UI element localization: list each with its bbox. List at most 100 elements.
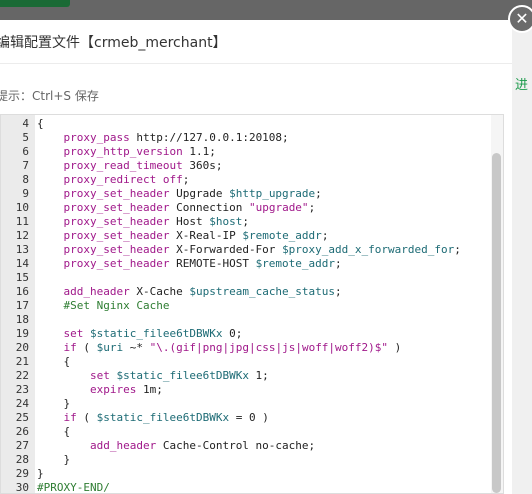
line-number: 5 [22, 131, 29, 144]
edit-config-dialog: 编辑配置文件【crmeb_merchant】 提示：Ctrl+S 保存 4{5 … [0, 20, 512, 494]
code-token: $remote_addr [242, 229, 322, 242]
code-lines: 4{5 proxy_pass http://127.0.0.1:20108; 6 … [1, 117, 491, 493]
code-token: { [37, 425, 71, 438]
save-hint: 提示：Ctrl+S 保存 [0, 89, 99, 103]
code-token: proxy_set_header [63, 187, 170, 200]
line-code: proxy_set_header Upgrade $http_upgrade; [31, 187, 322, 201]
code-line[interactable]: 9 proxy_set_header Upgrade $http_upgrade… [1, 187, 491, 201]
code-token: { [37, 117, 44, 130]
code-line[interactable]: 10 proxy_set_header Connection "upgrade"… [1, 201, 491, 215]
code-token: ~* [123, 341, 150, 354]
code-line[interactable]: 24 } [1, 397, 491, 411]
background-text-fragment: 进 [515, 78, 529, 93]
code-line[interactable]: 20 if ( $uri ~* "\.(gif|png|jpg|css|js|w… [1, 341, 491, 355]
line-code: { [31, 355, 70, 369]
code-line[interactable]: 14 proxy_set_header REMOTE-HOST $remote_… [1, 257, 491, 271]
code-line[interactable]: 18 [1, 313, 491, 327]
code-line[interactable]: 25 if ( $static_filee6tDBWKx = 0 ) [1, 411, 491, 425]
line-number: 27 [15, 439, 29, 452]
line-code: add_header Cache-Control no-cache; [31, 439, 315, 453]
code-line[interactable]: 13 proxy_set_header X-Forwarded-For $pro… [1, 243, 491, 257]
code-token: http://127.0.0.1:20108; [129, 131, 289, 144]
code-token: proxy_set_header [63, 215, 170, 228]
code-line[interactable]: 4{ [1, 117, 491, 131]
code-token: Connection [169, 201, 249, 214]
line-code: #Set Nginx Cache [31, 299, 170, 313]
line-number: 16 [15, 285, 29, 298]
code-token: $uri [96, 341, 124, 354]
code-token: X-Cache [129, 285, 190, 298]
code-token: if [63, 411, 77, 424]
line-code: proxy_set_header REMOTE-HOST $remote_add… [31, 257, 342, 271]
code-line[interactable]: 26 { [1, 425, 491, 439]
code-line[interactable]: 6 proxy_http_version 1.1; [1, 145, 491, 159]
background-panel: 进 [512, 20, 532, 494]
code-token: $upstream_cache_status [189, 285, 336, 298]
code-line[interactable]: 12 proxy_set_header X-Real-IP $remote_ad… [1, 229, 491, 243]
editor-scrollbar[interactable] [491, 115, 503, 493]
code-line[interactable]: 17 #Set Nginx Cache [1, 299, 491, 313]
line-number: 23 [15, 383, 29, 396]
code-token: proxy_pass [63, 131, 130, 144]
line-number: 19 [15, 327, 29, 340]
code-line[interactable]: 5 proxy_pass http://127.0.0.1:20108; [1, 131, 491, 145]
code-line[interactable]: 23 expires 1m; [1, 383, 491, 397]
code-line[interactable]: 22 set $static_filee6tDBWKx 1; [1, 369, 491, 383]
scrollbar-thumb[interactable] [492, 153, 501, 493]
code-line[interactable]: 30 #PROXY-END/ [1, 481, 491, 493]
code-token: proxy_set_header [63, 229, 170, 242]
line-number: 18 [15, 313, 29, 326]
line-number: 4 [22, 117, 29, 130]
code-token: $http_upgrade [229, 187, 316, 200]
code-line[interactable]: 16 add_header X-Cache $upstream_cache_st… [1, 285, 491, 299]
code-token: #Set Nginx Cache [63, 299, 170, 312]
code-token: } [37, 453, 71, 466]
code-line[interactable]: 11 proxy_set_header Host $host; [1, 215, 491, 229]
code-token: ; [315, 187, 322, 200]
line-number: 21 [15, 355, 29, 368]
code-token: { [37, 355, 71, 368]
line-number: 8 [22, 173, 29, 186]
code-token: $proxy_add_x_forwarded_for [282, 243, 455, 256]
close-icon-glyph: ✕ [515, 9, 529, 28]
code-token: 1.1; [182, 145, 216, 158]
code-line[interactable]: 15 [1, 271, 491, 285]
line-number: 6 [22, 145, 29, 158]
line-code: set $static_filee6tDBWKx 0; [31, 327, 243, 341]
code-line[interactable]: 28 } [1, 453, 491, 467]
line-code: proxy_set_header Host $host; [31, 215, 249, 229]
code-line[interactable]: 19 set $static_filee6tDBWKx 0; [1, 327, 491, 341]
code-token: ; [454, 243, 461, 256]
code-line[interactable]: 21 { [1, 355, 491, 369]
line-number: 13 [15, 243, 29, 256]
line-number: 25 [15, 411, 29, 424]
code-line[interactable]: 8 proxy_redirect off; [1, 173, 491, 187]
background-button [0, 0, 70, 7]
close-icon[interactable]: ✕ [508, 5, 532, 33]
line-code: #PROXY-END/ [31, 481, 110, 493]
code-line[interactable]: 27 add_header Cache-Control no-cache; [1, 439, 491, 453]
code-token: proxy_set_header [63, 201, 170, 214]
modal-backdrop [0, 0, 532, 20]
code-editor[interactable]: 4{5 proxy_pass http://127.0.0.1:20108; 6 … [0, 114, 504, 494]
code-line[interactable]: 7 proxy_read_timeout 360s; [1, 159, 491, 173]
code-token: 360s; [182, 159, 223, 172]
line-code: { [31, 117, 44, 131]
code-token: ; [335, 257, 342, 270]
line-code: proxy_set_header Connection "upgrade"; [31, 201, 316, 215]
line-number: 29 [15, 467, 29, 480]
line-code: proxy_http_version 1.1; [31, 145, 216, 159]
code-line[interactable]: 29} [1, 467, 491, 481]
code-token: add_header [89, 439, 157, 452]
